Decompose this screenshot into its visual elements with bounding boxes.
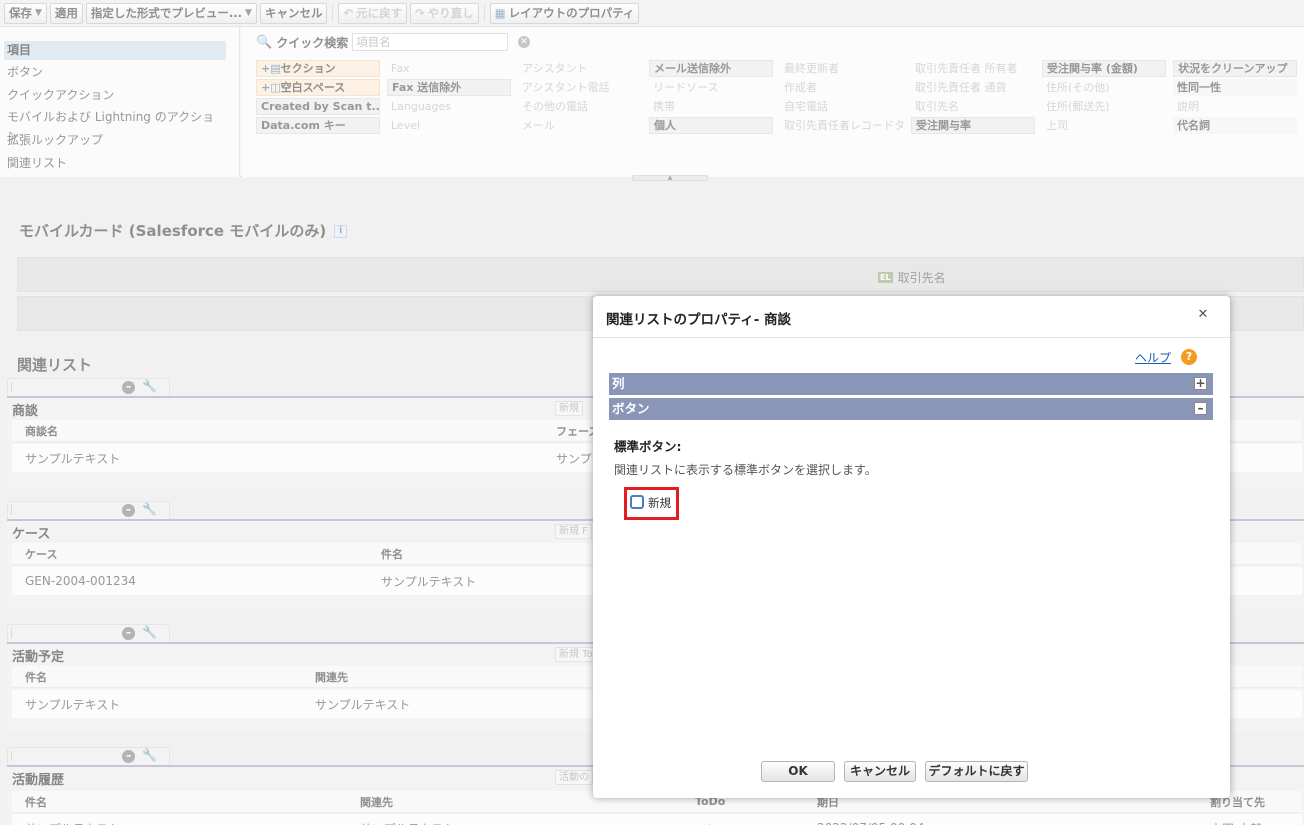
columns-section-title: 列 [612,376,625,391]
collapse-icon[interactable]: – [1194,402,1207,415]
expand-icon[interactable]: + [1194,377,1207,390]
help-link[interactable]: ヘルプ [1135,349,1171,366]
columns-section-header[interactable]: 列 + [609,373,1213,395]
close-icon[interactable]: ✕ [1194,306,1212,324]
ok-button[interactable]: OK [761,761,835,782]
new-button-checkbox-label[interactable]: 新規 [648,495,671,511]
buttons-section-header[interactable]: ボタン – [609,398,1213,420]
help-icon[interactable]: ? [1181,349,1197,365]
buttons-section-title: ボタン [612,401,650,416]
dialog-title: 関連リストのプロパティ- 商談 [606,312,791,328]
standard-buttons-title: 標準ボタン: [614,439,682,454]
reset-to-default-button[interactable]: デフォルトに戻す [925,761,1028,782]
new-button-checkbox[interactable] [630,495,644,509]
related-list-properties-dialog: 関連リストのプロパティ- 商談 ✕ ヘルプ ? 列 + ボタン – 標準ボタン:… [593,296,1230,798]
cancel-button[interactable]: キャンセル [844,761,916,782]
standard-buttons-description: 関連リストに表示する標準ボタンを選択します。 [614,463,877,477]
dialog-header: 関連リストのプロパティ- 商談 ✕ [593,296,1230,338]
